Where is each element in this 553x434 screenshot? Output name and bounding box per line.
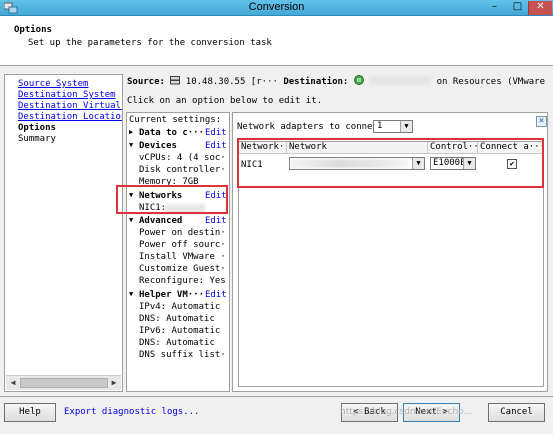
- scroll-right-icon[interactable]: ▶: [108, 377, 120, 389]
- step-destination-location[interactable]: Destination Location: [18, 112, 122, 122]
- tree-item-ipv6[interactable]: IPv6: Automatic: [127, 326, 229, 337]
- title-bar: Conversion – □ ✕: [0, 0, 553, 16]
- tree-item-ipv4[interactable]: IPv4: Automatic: [127, 302, 229, 313]
- vcenter-icon: [353, 75, 364, 85]
- adapters-count-select[interactable]: 1 ▼: [373, 120, 413, 133]
- watermark: https://blog.csdn.net/Eecho...: [340, 407, 473, 417]
- close-panel-icon[interactable]: ×: [536, 116, 547, 127]
- help-button[interactable]: Help: [4, 403, 56, 422]
- chevron-down-icon[interactable]: ▼: [400, 121, 412, 132]
- adapters-count-value: 1: [377, 121, 383, 131]
- wizard-header: Options Set up the parameters for the co…: [0, 16, 553, 66]
- redacted-destination: [369, 76, 432, 85]
- tree-section-helper-vm[interactable]: ▼ Helper VM··· Edit: [127, 290, 229, 301]
- tree-section-advanced[interactable]: ▼ Advanced Edit: [127, 216, 229, 227]
- edit-devices-link[interactable]: Edit: [205, 141, 227, 151]
- tree-item-power-on[interactable]: Power on destin···: [127, 228, 229, 239]
- scrollbar-thumb[interactable]: [20, 378, 108, 388]
- collapse-arrow-icon[interactable]: ▼: [129, 216, 133, 224]
- instruction-text: Click on an option below to edit it.: [127, 96, 323, 106]
- window-title: Conversion: [248, 1, 305, 13]
- tree-item-reconfigure[interactable]: Reconfigure: Yes: [127, 276, 229, 287]
- tree-item-dns-1[interactable]: DNS: Automatic: [127, 314, 229, 325]
- tree-item-install-tools[interactable]: Install VMware ···: [127, 252, 229, 263]
- close-button[interactable]: ✕: [528, 1, 552, 15]
- maximize-button[interactable]: □: [506, 1, 529, 15]
- server-icon: [170, 76, 181, 85]
- destination-value: on Resources (VMware vCente···: [436, 77, 547, 87]
- step-source-system[interactable]: Source System: [18, 79, 122, 89]
- minimize-button[interactable]: –: [483, 1, 506, 15]
- scroll-left-icon[interactable]: ◀: [7, 377, 19, 389]
- step-destination-system[interactable]: Destination System: [18, 90, 122, 100]
- step-summary: Summary: [18, 134, 56, 144]
- destination-label: Destination:: [283, 77, 349, 87]
- source-label: Source:: [127, 77, 165, 87]
- expand-arrow-icon[interactable]: ▶: [129, 128, 133, 136]
- highlight-networks: [116, 185, 228, 214]
- page-subtitle: Set up the parameters for the conversion…: [28, 38, 272, 48]
- tree-item-power-off[interactable]: Power off sourc···: [127, 240, 229, 251]
- horizontal-scrollbar[interactable]: ◀ ▶: [6, 375, 121, 390]
- export-logs-link[interactable]: Export diagnostic logs...: [64, 407, 199, 417]
- step-options: Options: [18, 123, 56, 133]
- source-value: 10.48.30.55 [r···: [185, 77, 278, 87]
- footer-divider: [0, 396, 553, 397]
- edit-data-to-copy-link[interactable]: Edit: [205, 128, 227, 138]
- collapse-arrow-icon[interactable]: ▼: [129, 290, 133, 298]
- tree-item-dns-2[interactable]: DNS: Automatic: [127, 338, 229, 349]
- wizard-steps-panel: Source System Destination System Destina…: [4, 74, 123, 392]
- page-title: Options: [14, 25, 52, 35]
- step-destination-vm[interactable]: Destination Virtual M: [18, 101, 122, 111]
- tree-item-disk-controller[interactable]: Disk controller···: [127, 165, 229, 176]
- edit-helper-vm-link[interactable]: Edit: [205, 290, 227, 300]
- edit-advanced-link[interactable]: Edit: [205, 216, 227, 226]
- source-destination-line: Source: 10.48.30.55 [r··· Destination: o…: [127, 75, 547, 87]
- tree-header: Current settings:: [129, 115, 219, 125]
- tree-item-dns-suffix[interactable]: DNS suffix list···: [127, 350, 229, 361]
- cancel-button[interactable]: Cancel: [488, 403, 545, 422]
- tree-section-data-to-copy[interactable]: ▶ Data to c··· Edit: [127, 128, 229, 139]
- adapters-label: Network adapters to connect: [237, 122, 384, 132]
- tree-section-devices[interactable]: ▼ Devices Edit: [127, 141, 229, 152]
- collapse-arrow-icon[interactable]: ▼: [129, 141, 133, 149]
- highlight-network-row: [237, 138, 544, 188]
- tree-item-vcpus[interactable]: vCPUs: 4 (4 soc···: [127, 153, 229, 164]
- tree-item-customize-guest[interactable]: Customize Guest···: [127, 264, 229, 275]
- settings-tree: Current settings: ▶ Data to c··· Edit ▼ …: [126, 112, 230, 392]
